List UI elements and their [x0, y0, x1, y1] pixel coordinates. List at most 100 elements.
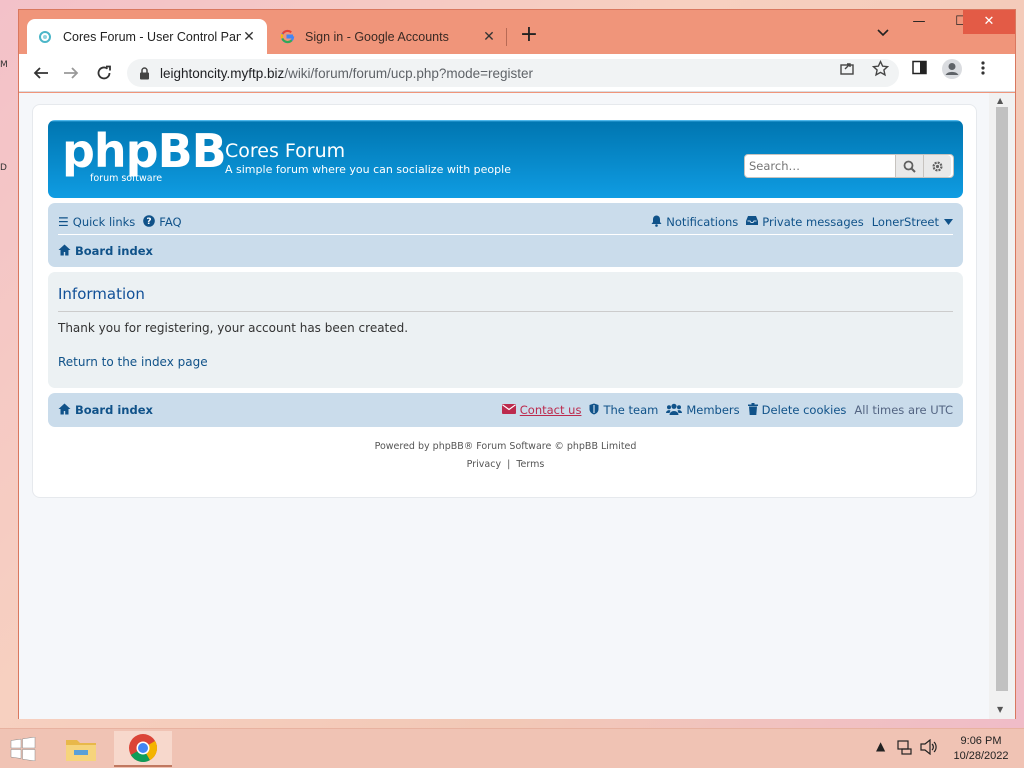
tab-separator: [506, 28, 507, 46]
privacy-link[interactable]: Privacy: [467, 459, 501, 470]
tab-cores-forum[interactable]: Cores Forum - User Control Panel ✕: [27, 19, 267, 54]
scrollbar-thumb[interactable]: [996, 107, 1008, 691]
desktop-edge-glyph: M: [0, 60, 8, 70]
home-icon: [58, 244, 71, 259]
start-button[interactable]: [0, 731, 46, 767]
members-link[interactable]: Members: [666, 403, 740, 418]
bookmark-star-icon[interactable]: [871, 59, 890, 81]
scroll-up-arrow-icon[interactable]: ▲: [997, 96, 1003, 105]
panel-heading: Information: [58, 285, 145, 303]
forum-navbar: ☰ Quick links ? FAQ Notifications Privat…: [48, 203, 963, 267]
site-description: A simple forum where you can socialize w…: [225, 163, 511, 176]
policy-separator: |: [507, 459, 511, 470]
file-explorer-taskbar-button[interactable]: [52, 731, 110, 767]
the-team-label: The team: [603, 403, 659, 417]
browser-window: Cores Forum - User Control Panel ✕ Sign …: [18, 9, 1016, 719]
windows-taskbar: ▲ 9:06 PM 10/28/2022: [0, 728, 1024, 768]
tab-title: Cores Forum - User Control Panel: [63, 29, 241, 44]
chrome-taskbar-button[interactable]: [114, 731, 172, 767]
reload-button[interactable]: [92, 61, 116, 85]
svg-text:?: ?: [147, 217, 152, 227]
caret-down-icon: [944, 219, 953, 225]
the-team-link[interactable]: The team: [589, 403, 658, 418]
board-index-link[interactable]: Board index: [58, 244, 153, 259]
phpbb-logo-subtitle: forum software: [90, 173, 163, 184]
quick-links-menu[interactable]: ☰ Quick links: [58, 215, 135, 229]
desktop-edge-glyph: D: [0, 163, 7, 173]
tab-strip: Cores Forum - User Control Panel ✕ Sign …: [19, 10, 1015, 54]
search-input[interactable]: [745, 155, 895, 177]
private-messages-link[interactable]: Private messages: [746, 215, 864, 229]
panel-divider: [58, 311, 953, 312]
tab-search-chevron-icon[interactable]: [877, 26, 889, 40]
policy-links: Privacy | Terms: [33, 459, 978, 470]
url-path: /wiki/forum/forum/ucp.php?mode=register: [284, 65, 534, 81]
volume-icon[interactable]: [920, 738, 938, 758]
notifications-label: Notifications: [666, 215, 739, 229]
forward-button[interactable]: [59, 61, 83, 85]
bell-icon: [651, 215, 662, 230]
back-button[interactable]: [29, 61, 53, 85]
envelope-icon: [501, 403, 516, 417]
phpbb-logo[interactable]: phpBB: [62, 124, 227, 178]
page-viewport: phpBB forum software Cores Forum A simpl…: [19, 93, 989, 719]
minimize-button[interactable]: —: [897, 10, 941, 34]
user-menu[interactable]: LonerStreet: [872, 215, 953, 229]
address-bar[interactable]: leightoncity.myftp.biz/wiki/forum/forum/…: [127, 59, 899, 87]
close-tab-icon[interactable]: ✕: [241, 28, 257, 45]
delete-cookies-label: Delete cookies: [761, 403, 847, 417]
home-icon: [58, 403, 71, 418]
forum-header: phpBB forum software Cores Forum A simpl…: [48, 120, 963, 198]
breadcrumb: Board index: [58, 241, 161, 261]
scroll-down-arrow-icon[interactable]: ▼: [997, 705, 1003, 714]
quick-links-label: Quick links: [72, 215, 136, 229]
lock-icon: [139, 66, 150, 80]
users-icon: [666, 403, 683, 418]
return-to-index-link[interactable]: Return to the index page: [58, 355, 208, 369]
show-hidden-icons-icon[interactable]: ▲: [876, 739, 885, 753]
google-favicon-icon: [279, 29, 295, 45]
footer-board-index-link[interactable]: Board index: [58, 403, 153, 418]
shield-icon: [589, 403, 599, 418]
copyright-line: Powered by phpBB® Forum Software © phpBB…: [374, 441, 637, 452]
gear-icon: [932, 160, 943, 172]
faq-link[interactable]: ? FAQ: [143, 214, 182, 230]
information-panel: Information Thank you for registering, y…: [48, 272, 963, 388]
members-label: Members: [686, 403, 740, 417]
search-box: [744, 154, 954, 178]
search-icon: [903, 160, 916, 173]
share-icon[interactable]: [839, 60, 855, 80]
notifications-link[interactable]: Notifications: [651, 215, 738, 230]
timezone-info: All times are UTC: [854, 403, 953, 417]
advanced-search-button[interactable]: [923, 155, 951, 177]
browser-menu-icon[interactable]: [980, 60, 986, 80]
inbox-icon: [746, 215, 759, 229]
footer-board-index-label: Board index: [75, 403, 153, 417]
registration-message: Thank you for registering, your account …: [58, 321, 409, 335]
new-tab-button[interactable]: +: [517, 24, 541, 48]
site-title: Cores Forum: [225, 140, 346, 162]
tab-google-sign-in[interactable]: Sign in - Google Accounts ✕: [269, 19, 507, 54]
clock-date: 10/28/2022: [953, 750, 1009, 762]
delete-cookies-link[interactable]: Delete cookies: [747, 402, 847, 418]
forum-favicon-icon: [37, 29, 53, 45]
username-label: LonerStreet: [871, 215, 939, 229]
vertical-scrollbar[interactable]: ▲ ▼: [989, 93, 1015, 719]
private-messages-label: Private messages: [762, 215, 864, 229]
close-window-button[interactable]: ✕: [963, 10, 1015, 34]
faq-label: FAQ: [159, 215, 182, 229]
profile-avatar-icon[interactable]: [941, 58, 963, 84]
side-panel-icon[interactable]: [912, 60, 927, 79]
footer-navbar: Board index Contact us The team Members …: [48, 393, 963, 427]
chrome-icon: [129, 734, 157, 762]
search-button[interactable]: [895, 155, 923, 177]
trash-icon: [747, 402, 758, 418]
network-icon[interactable]: [897, 739, 913, 758]
hamburger-icon: ☰: [58, 215, 69, 229]
taskbar-clock[interactable]: 9:06 PM 10/28/2022: [944, 734, 1018, 764]
contact-us-link[interactable]: Contact us: [501, 403, 582, 417]
url-host: leightoncity.myftp.biz: [160, 65, 285, 81]
contact-us-label: Contact us: [519, 403, 582, 417]
close-tab-icon[interactable]: ✕: [481, 28, 497, 45]
terms-link[interactable]: Terms: [516, 459, 544, 470]
